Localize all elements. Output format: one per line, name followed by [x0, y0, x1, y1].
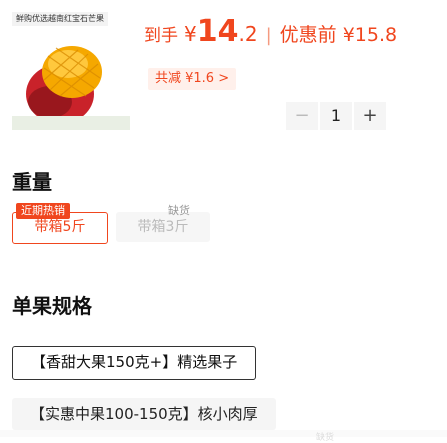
weight-section-title: 重量: [12, 170, 52, 194]
hot-sale-badge: 近期热销: [16, 203, 70, 219]
price-integer: 14: [196, 14, 239, 49]
thumb-band: [12, 116, 130, 130]
mango-image: [12, 12, 130, 130]
original-price: 优惠前 ¥15.8: [279, 24, 398, 46]
fruit-option-large[interactable]: 【香甜大果150克+】精选果子: [12, 346, 257, 380]
fruit-option-medium[interactable]: 【实惠中果100-150克】核小肉厚: [12, 398, 276, 430]
price-decimal: .2: [238, 22, 258, 46]
fruit-spec-section-title: 单果规格: [12, 294, 92, 318]
price-currency: ¥: [184, 22, 197, 46]
product-thumbnail[interactable]: 鲜购优选越南红宝石芒果: [12, 12, 130, 130]
quantity-stepper: − 1 +: [286, 102, 386, 130]
price-row: 到手 ¥ 14 .2 | 优惠前 ¥15.8: [144, 14, 398, 49]
decrease-button[interactable]: −: [286, 102, 318, 130]
weight-option-3jin[interactable]: 带箱3斤: [116, 212, 210, 242]
increase-button[interactable]: +: [354, 102, 386, 130]
footer-fade: [0, 430, 447, 437]
out-of-stock-note: 缺货: [168, 204, 190, 217]
saving-detail-link[interactable]: 共减 ¥1.6 >: [148, 68, 237, 90]
price-label: 到手: [144, 26, 178, 46]
quantity-value[interactable]: 1: [318, 102, 354, 130]
price-separator: |: [265, 25, 272, 46]
product-tag: 鲜购优选越南红宝石芒果: [12, 12, 108, 26]
